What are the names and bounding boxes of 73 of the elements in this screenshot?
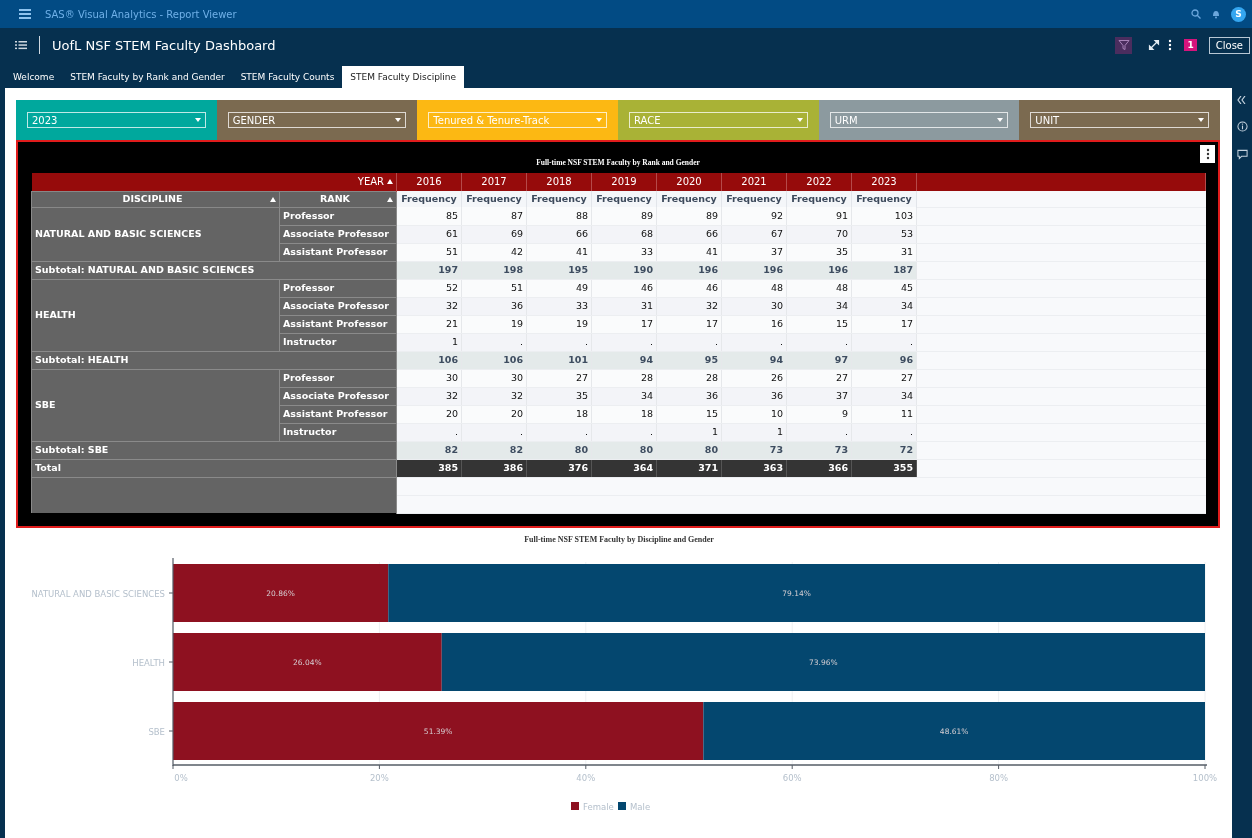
legend-label: Male — [630, 802, 651, 812]
app-title: SAS® Visual Analytics - Report Viewer — [45, 8, 237, 20]
axis-tick-label: 20% — [369, 773, 389, 783]
axis-tick-label: 100% — [1192, 773, 1218, 783]
discipline-cell: NATURAL AND BASIC SCIENCES — [31, 207, 280, 261]
sort-icon — [270, 196, 276, 202]
table-cell: 89 — [591, 207, 657, 225]
filter-button[interactable] — [1115, 36, 1133, 54]
report-tab[interactable]: Welcome — [5, 66, 63, 88]
discipline-cell: HEALTH — [31, 279, 280, 351]
axis-tick-label: 80% — [989, 773, 1009, 783]
caret-icon — [395, 117, 402, 123]
legend-label: Female — [583, 802, 614, 812]
collapse-icon[interactable] — [1237, 96, 1247, 104]
chart-title: Full-time NSF STEM Faculty by Discipline and Gender — [524, 535, 714, 544]
caret-icon — [997, 117, 1004, 123]
category-label: NATURAL AND BASIC SCIENCES — [31, 589, 165, 599]
table-cell: 92 — [721, 207, 787, 225]
column-header[interactable]: 2016 — [396, 173, 462, 191]
category-label: SBE — [148, 727, 165, 737]
column-header[interactable]: DISCIPLINE — [31, 191, 280, 207]
caret-icon — [1198, 117, 1205, 123]
report-tab[interactable]: STEM Faculty Discipline — [342, 66, 465, 88]
axis-tick-label: 0% — [174, 773, 188, 783]
axis-tick-label: 60% — [782, 773, 802, 783]
column-header[interactable]: 2018 — [526, 173, 592, 191]
caret-icon — [796, 117, 803, 123]
bell-icon[interactable] — [1211, 9, 1221, 19]
sort-icon — [387, 179, 393, 185]
measure-header: Frequency — [396, 191, 462, 207]
menu-icon[interactable] — [19, 9, 31, 19]
table-cell: 85 — [396, 207, 462, 225]
category-label: HEALTH — [132, 658, 165, 668]
column-header[interactable]: 2023 — [851, 173, 917, 191]
measure-header: Frequency — [591, 191, 657, 207]
column-header[interactable]: 2022 — [786, 173, 852, 191]
list-icon[interactable] — [15, 40, 27, 50]
column-header[interactable]: 2020 — [656, 173, 722, 191]
measure-header: Frequency — [461, 191, 527, 207]
column-header[interactable]: 2017 — [461, 173, 527, 191]
more-icon — [1205, 148, 1210, 160]
search-icon[interactable] — [1191, 9, 1201, 19]
table-cell: 91 — [786, 207, 852, 225]
measure-header: Frequency — [526, 191, 592, 207]
more-icon[interactable] — [1168, 39, 1173, 51]
expand-icon[interactable] — [1148, 39, 1161, 51]
count-badge: 1 — [1184, 39, 1197, 51]
column-header[interactable]: 2019 — [591, 173, 657, 191]
sort-icon — [387, 196, 393, 202]
measure-header: Frequency — [851, 191, 917, 207]
axis-tick-label: 40% — [576, 773, 596, 783]
measure-header: Frequency — [656, 191, 722, 207]
filter-dropdown[interactable]: GENDER — [227, 112, 407, 128]
caret-icon — [194, 117, 201, 123]
filter-dropdown[interactable]: UNIT — [1030, 112, 1210, 128]
more-button[interactable] — [1200, 145, 1215, 163]
column-header[interactable]: RANK — [279, 191, 397, 207]
table-cell: 103 — [851, 207, 917, 225]
table-cell: 88 — [526, 207, 592, 225]
report-tab[interactable]: STEM Faculty Counts — [232, 66, 343, 88]
table-cell: 87 — [461, 207, 527, 225]
report-tab[interactable]: STEM Faculty by Rank and Gender — [62, 66, 233, 88]
comment-icon[interactable] — [1236, 149, 1248, 160]
column-header[interactable]: 2021 — [721, 173, 787, 191]
discipline-cell: SBE — [31, 369, 280, 441]
info-icon[interactable] — [1236, 121, 1248, 132]
close-button[interactable]: Close — [1208, 36, 1250, 54]
table-cell: 89 — [656, 207, 722, 225]
measure-header: Frequency — [721, 191, 787, 207]
measure-header: Frequency — [786, 191, 852, 207]
caret-icon — [596, 117, 602, 123]
year-header[interactable]: YEAR — [31, 173, 397, 191]
report-title: UofL NSF STEM Faculty Dashboard — [52, 37, 276, 53]
